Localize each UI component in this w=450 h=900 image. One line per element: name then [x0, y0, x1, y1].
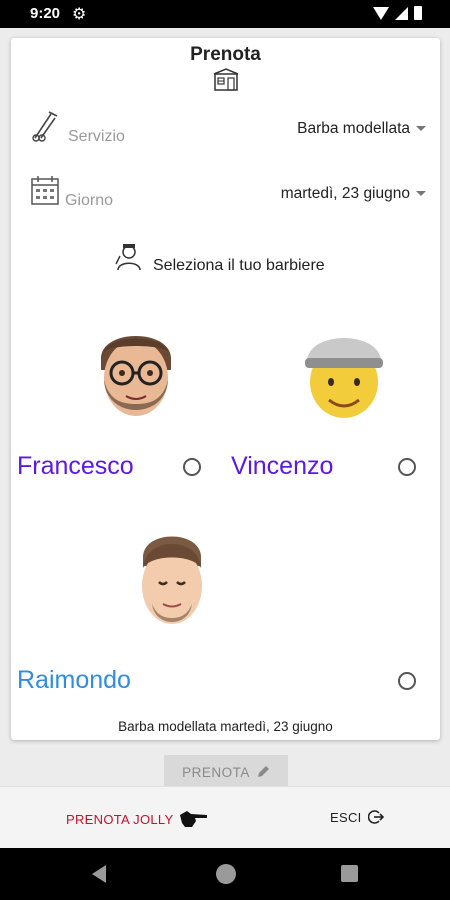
giorno-value: martedì, 23 giugno: [280, 185, 410, 202]
barber-name-raimondo[interactable]: Raimondo: [17, 666, 131, 695]
status-time: 9:20: [30, 5, 61, 22]
recent-apps-icon[interactable]: [341, 865, 358, 882]
status-bar: 9:20 ⚙: [0, 0, 450, 28]
system-navigation-bar: [0, 848, 450, 900]
home-icon[interactable]: [216, 864, 236, 884]
bottom-action-bar: PRENOTA JOLLY ESCI: [0, 786, 450, 848]
servizio-dropdown[interactable]: Barba modellata: [297, 120, 426, 138]
radio-raimondo[interactable]: [398, 672, 416, 690]
pointing-hand-icon: [180, 811, 208, 827]
esci-button[interactable]: ESCI: [330, 809, 384, 825]
back-icon[interactable]: [92, 865, 106, 883]
pencil-icon: [257, 766, 269, 777]
barber-shop-icon: [213, 68, 239, 91]
prenota-button-label: PRENOTA: [182, 764, 250, 780]
radio-francesco[interactable]: [183, 458, 201, 476]
gear-icon: ⚙: [72, 6, 87, 23]
avatar-francesco[interactable]: [71, 300, 201, 430]
calendar-icon: [31, 176, 59, 205]
booking-card: Prenota Servizio Barba modellata Giorno …: [11, 38, 440, 740]
barber-name-francesco[interactable]: Francesco: [17, 452, 134, 481]
prenota-jolly-label: PRENOTA JOLLY: [66, 811, 174, 827]
avatar-raimondo[interactable]: [107, 516, 237, 646]
radio-vincenzo[interactable]: [398, 458, 416, 476]
signal-icon: [395, 6, 408, 20]
prenota-jolly-button[interactable]: PRENOTA JOLLY: [66, 809, 209, 829]
giorno-label: Giorno: [65, 192, 114, 209]
booking-summary: Barba modellata martedì, 23 giugno: [118, 719, 333, 734]
logout-icon: [367, 810, 384, 824]
avatar-vincenzo[interactable]: [279, 300, 409, 430]
barber-icon: [115, 244, 141, 271]
system-icons: [373, 6, 422, 20]
chevron-down-icon: [416, 191, 426, 197]
barber-section-title: Seleziona il tuo barbiere: [153, 257, 325, 274]
prenota-button[interactable]: PRENOTA: [164, 755, 288, 789]
servizio-value: Barba modellata: [297, 120, 410, 137]
wifi-icon: [373, 6, 389, 20]
page-title: Prenota: [190, 44, 261, 65]
servizio-label: Servizio: [68, 128, 125, 145]
scissors-razor-icon: [32, 111, 58, 142]
giorno-dropdown[interactable]: martedì, 23 giugno: [281, 185, 426, 203]
esci-label: ESCI: [330, 809, 362, 825]
battery-icon: [414, 6, 422, 20]
barber-name-vincenzo[interactable]: Vincenzo: [231, 452, 333, 481]
chevron-down-icon: [416, 126, 426, 132]
